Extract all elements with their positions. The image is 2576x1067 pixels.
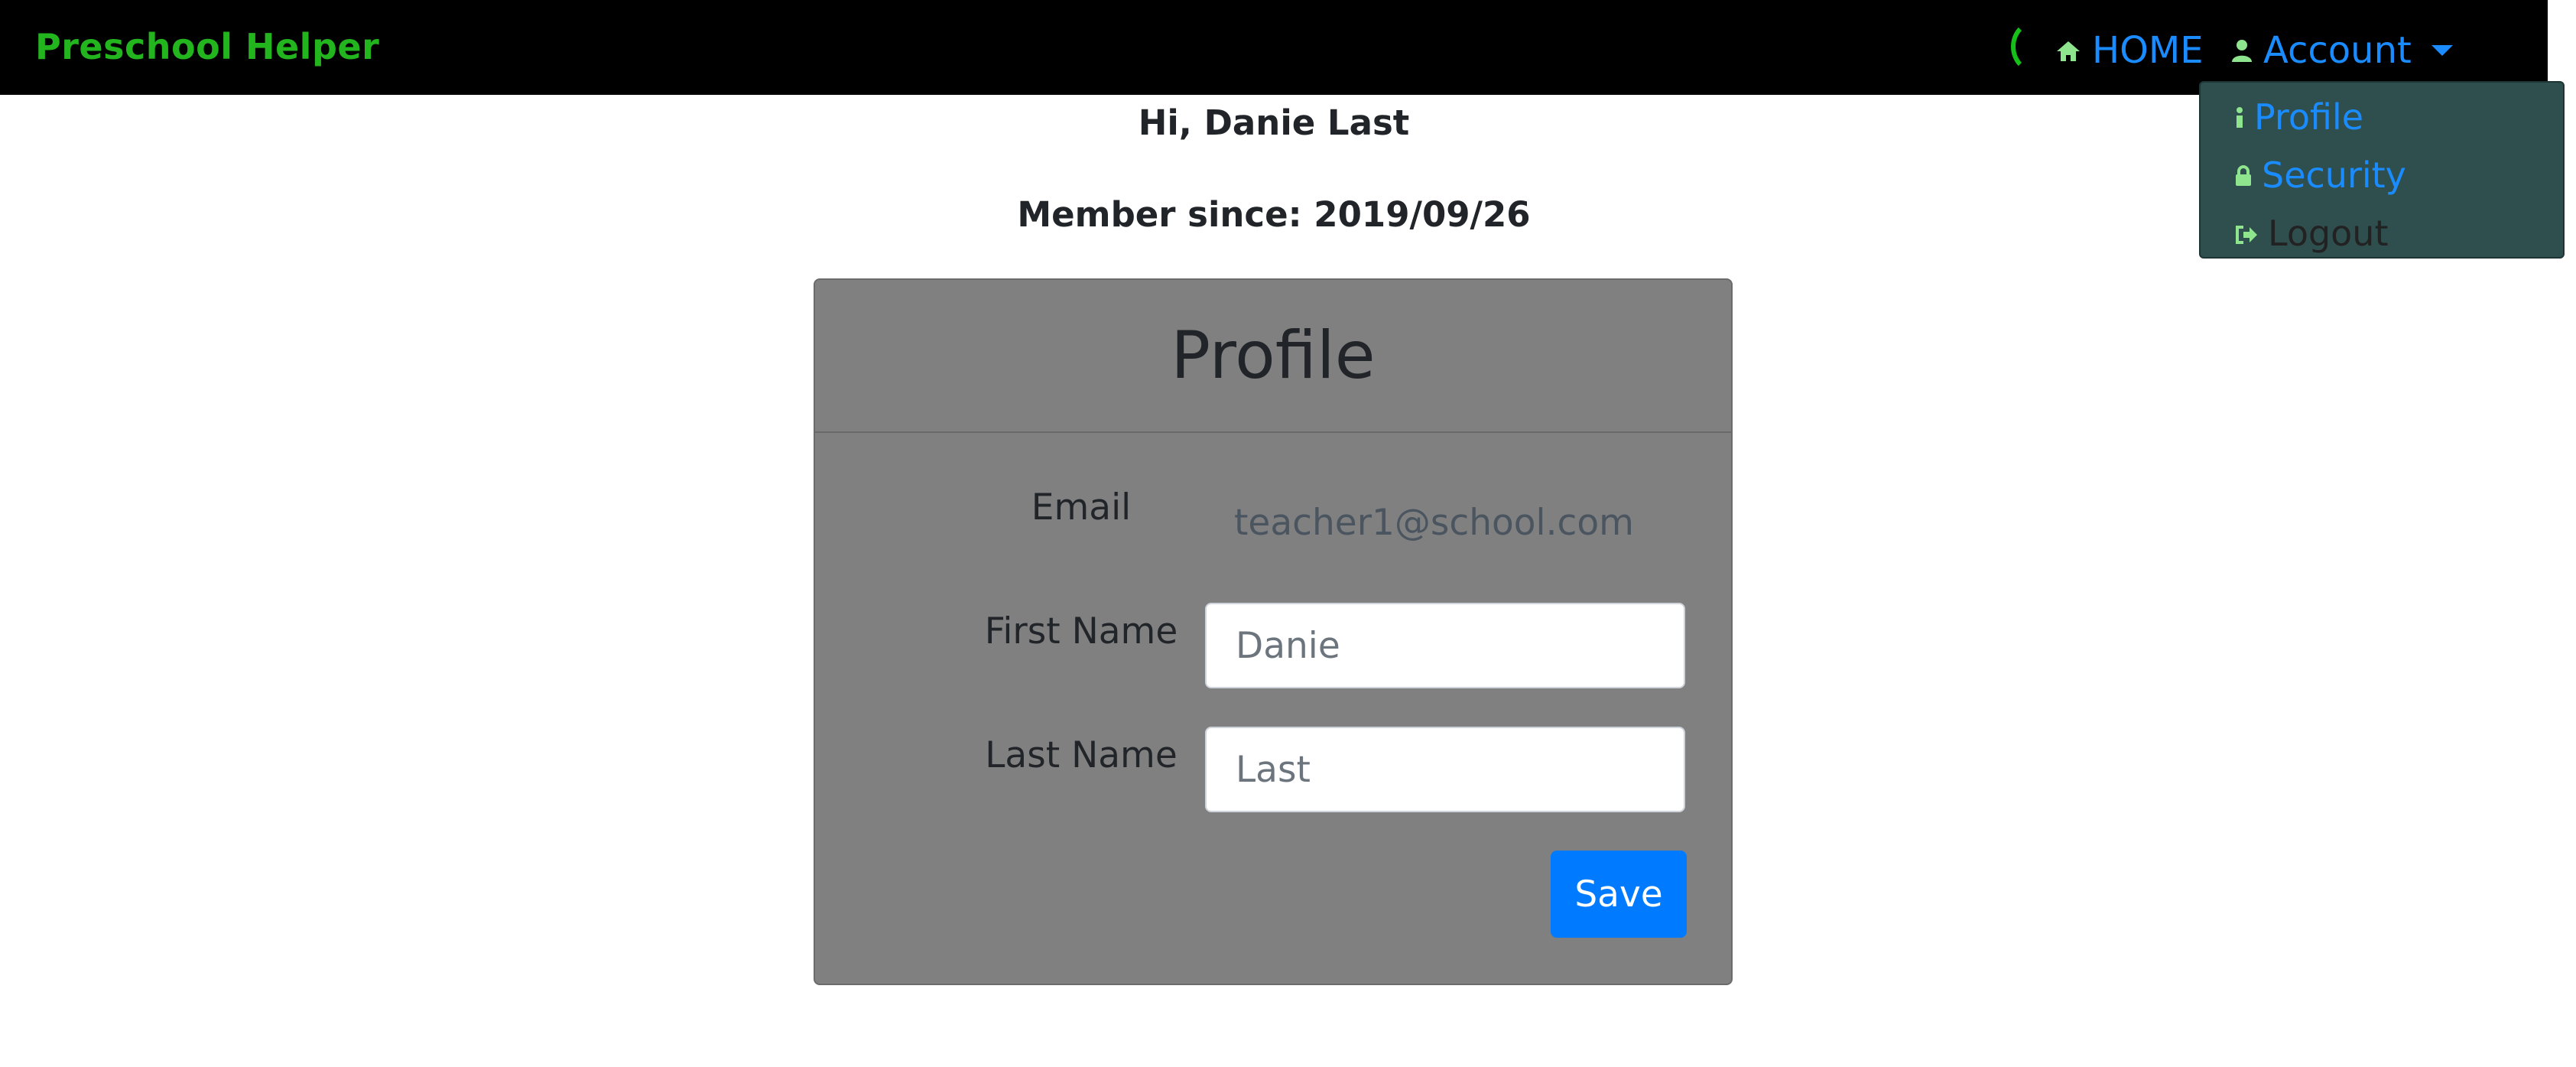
brand-logo[interactable]: Preschool Helper xyxy=(35,26,379,67)
loading-spinner-icon xyxy=(2011,20,2060,73)
profile-card-title: Profile xyxy=(1171,317,1376,394)
nav-account-label: Account xyxy=(2263,29,2412,72)
profile-card: Profile Email teacher1@school.com First … xyxy=(814,278,1733,985)
greeting-heading: Hi, Danie Last xyxy=(1138,102,1410,143)
email-value: teacher1@school.com xyxy=(1234,502,1634,544)
user-icon xyxy=(2231,29,2263,72)
top-navbar: Preschool Helper HOME Account xyxy=(0,0,2548,95)
first-name-input[interactable] xyxy=(1205,603,1685,688)
nav-home-label: HOME xyxy=(2092,29,2204,72)
last-name-input[interactable] xyxy=(1205,727,1685,812)
home-icon xyxy=(2055,29,2092,72)
save-button[interactable]: Save xyxy=(1551,851,1687,938)
profile-card-header: Profile xyxy=(815,280,1731,433)
nav-home-link[interactable]: HOME xyxy=(2055,29,2204,72)
chevron-down-icon xyxy=(2431,45,2453,56)
menu-item-security[interactable]: Security xyxy=(2234,155,2406,196)
member-since-text: Member since: 2019/09/26 xyxy=(1017,194,1531,235)
lock-icon xyxy=(2234,155,2262,196)
nav-account-dropdown-toggle[interactable]: Account xyxy=(2231,29,2453,72)
first-name-label: First Name xyxy=(984,610,1178,652)
email-label: Email xyxy=(1031,486,1132,529)
last-name-label: Last Name xyxy=(985,734,1178,776)
menu-item-security-label: Security xyxy=(2262,155,2406,196)
